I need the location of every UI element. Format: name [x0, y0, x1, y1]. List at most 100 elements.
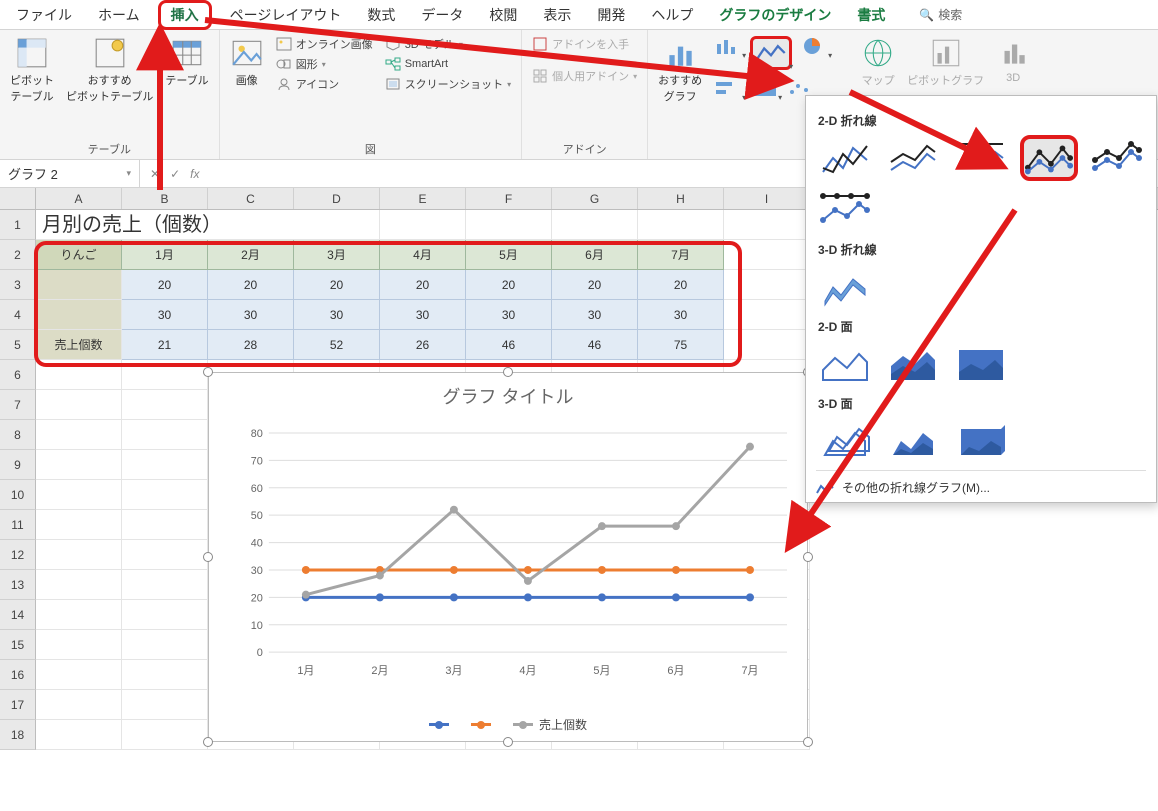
- line-basic[interactable]: [816, 135, 874, 181]
- 3dmodel-button[interactable]: 3D モデル ▾: [385, 36, 511, 52]
- cell[interactable]: 月別の売上（個数）: [36, 210, 380, 240]
- row-header[interactable]: 4: [0, 300, 36, 330]
- tab-help[interactable]: ヘルプ: [643, 1, 701, 29]
- cell[interactable]: [36, 450, 122, 480]
- cell[interactable]: 20: [294, 270, 380, 300]
- cell[interactable]: [36, 570, 122, 600]
- cell[interactable]: [36, 480, 122, 510]
- resize-handle[interactable]: [803, 552, 813, 562]
- smartart-button[interactable]: SmartArt: [385, 56, 511, 72]
- cell[interactable]: [36, 300, 122, 330]
- line-3d[interactable]: [816, 264, 874, 310]
- tab-insert[interactable]: 挿入: [158, 0, 212, 30]
- tab-dev[interactable]: 開発: [589, 1, 633, 29]
- tab-formula[interactable]: 数式: [359, 1, 403, 29]
- cell[interactable]: [122, 480, 208, 510]
- cell[interactable]: 28: [208, 330, 294, 360]
- chart-title[interactable]: グラフ タイトル: [209, 373, 807, 409]
- pivot-chart-button[interactable]: ピボットグラフ: [907, 36, 984, 88]
- cell[interactable]: 6月: [552, 240, 638, 270]
- cell[interactable]: [36, 390, 122, 420]
- cancel-icon[interactable]: ✕: [150, 167, 160, 181]
- cell[interactable]: [122, 360, 208, 390]
- cell[interactable]: [36, 510, 122, 540]
- cell[interactable]: 30: [638, 300, 724, 330]
- resize-handle[interactable]: [503, 737, 513, 747]
- cell[interactable]: 26: [380, 330, 466, 360]
- cell[interactable]: 20: [466, 270, 552, 300]
- 3d-button[interactable]: 3D: [996, 36, 1030, 84]
- cell[interactable]: [122, 600, 208, 630]
- cell[interactable]: [380, 210, 466, 240]
- cell[interactable]: 20: [638, 270, 724, 300]
- cell[interactable]: [36, 420, 122, 450]
- rec-chart-button[interactable]: おすすめ グラフ: [658, 36, 702, 104]
- resize-handle[interactable]: [203, 552, 213, 562]
- cell[interactable]: 7月: [638, 240, 724, 270]
- cell[interactable]: [122, 510, 208, 540]
- cell[interactable]: [724, 270, 810, 300]
- resize-handle[interactable]: [803, 737, 813, 747]
- area-100[interactable]: [952, 341, 1010, 387]
- cell[interactable]: 30: [294, 300, 380, 330]
- tab-view[interactable]: 表示: [535, 1, 579, 29]
- row-header[interactable]: 2: [0, 240, 36, 270]
- cell[interactable]: [122, 450, 208, 480]
- resize-handle[interactable]: [203, 737, 213, 747]
- cell[interactable]: [724, 330, 810, 360]
- cell[interactable]: [36, 540, 122, 570]
- shapes-button[interactable]: 図形 ▾: [276, 56, 373, 72]
- cell[interactable]: [122, 720, 208, 750]
- col-I[interactable]: I: [724, 188, 810, 209]
- resize-handle[interactable]: [503, 367, 513, 377]
- col-A[interactable]: A: [36, 188, 122, 209]
- area-basic[interactable]: [816, 341, 874, 387]
- cell[interactable]: [122, 390, 208, 420]
- icons-button[interactable]: アイコン: [276, 76, 373, 92]
- chart-line-button[interactable]: ▾: [750, 36, 792, 70]
- cell[interactable]: 30: [208, 300, 294, 330]
- screenshot-button[interactable]: スクリーンショット ▾: [385, 76, 511, 92]
- tab-file[interactable]: ファイル: [8, 1, 80, 29]
- cell[interactable]: [122, 690, 208, 720]
- online-image-button[interactable]: オンライン画像: [276, 36, 373, 52]
- col-H[interactable]: H: [638, 188, 724, 209]
- cell[interactable]: [36, 360, 122, 390]
- tab-layout[interactable]: ページレイアウト: [222, 1, 350, 29]
- cell[interactable]: 30: [380, 300, 466, 330]
- get-addin-button[interactable]: アドインを入手: [532, 36, 637, 52]
- tab-format[interactable]: 書式: [849, 1, 893, 29]
- row-header[interactable]: 10: [0, 480, 36, 510]
- row-header[interactable]: 5: [0, 330, 36, 360]
- col-F[interactable]: F: [466, 188, 552, 209]
- cell[interactable]: 30: [552, 300, 638, 330]
- table-button[interactable]: テーブル: [165, 36, 208, 88]
- enter-icon[interactable]: ✓: [170, 167, 180, 181]
- rec-pivot-button[interactable]: おすすめ ピボットテーブル: [66, 36, 153, 104]
- row-header[interactable]: 7: [0, 390, 36, 420]
- my-addin-button[interactable]: 個人用アドイン ▾: [532, 68, 637, 84]
- row-header[interactable]: 8: [0, 420, 36, 450]
- cell[interactable]: 46: [552, 330, 638, 360]
- col-D[interactable]: D: [294, 188, 380, 209]
- chart-legend[interactable]: 売上個数: [209, 716, 807, 733]
- cell[interactable]: 75: [638, 330, 724, 360]
- pivot-table-button[interactable]: ピボット テーブル: [10, 36, 54, 104]
- row-header[interactable]: 16: [0, 660, 36, 690]
- tab-data[interactable]: データ: [413, 1, 471, 29]
- chart-pie-button[interactable]: ▾: [800, 36, 828, 56]
- row-header[interactable]: 9: [0, 450, 36, 480]
- cell[interactable]: 52: [294, 330, 380, 360]
- name-box[interactable]: グラフ 2 ▾: [0, 160, 140, 187]
- cell[interactable]: [724, 240, 810, 270]
- row-header[interactable]: 18: [0, 720, 36, 750]
- line-stacked-markers[interactable]: [1088, 135, 1146, 181]
- line-100stacked[interactable]: [952, 135, 1010, 181]
- cell[interactable]: 2月: [208, 240, 294, 270]
- tab-chart-design[interactable]: グラフのデザイン: [711, 1, 839, 29]
- map-button[interactable]: マップ: [861, 36, 895, 88]
- cell[interactable]: 20: [208, 270, 294, 300]
- row-header[interactable]: 15: [0, 630, 36, 660]
- cell[interactable]: 46: [466, 330, 552, 360]
- line-markers[interactable]: [1020, 135, 1078, 181]
